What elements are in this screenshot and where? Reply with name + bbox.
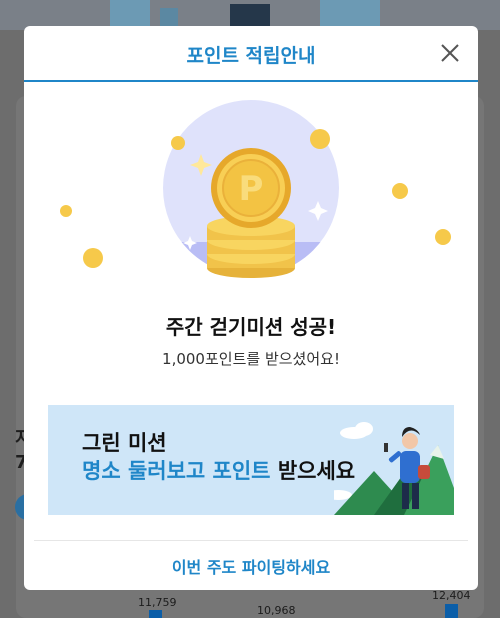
background-chart-value: 10,968 bbox=[257, 604, 296, 617]
close-button[interactable] bbox=[438, 41, 462, 65]
banner-subtitle-accent: 명소 둘러보고 포인트 bbox=[82, 459, 271, 483]
banner-title: 그린 미션 bbox=[82, 431, 167, 455]
banner-subtitle: 명소 둘러보고 포인트 받으세요 bbox=[82, 455, 355, 485]
green-mission-banner[interactable]: 그린 미션 명소 둘러보고 포인트 받으세요 bbox=[48, 405, 454, 515]
close-icon bbox=[441, 44, 459, 62]
point-coins-icon: P bbox=[60, 100, 451, 278]
cheer-link[interactable]: 이번 주도 파이팅하세요 bbox=[24, 554, 478, 578]
modal-title: 포인트 적립안내 bbox=[186, 45, 316, 67]
background-chart-bar bbox=[445, 604, 458, 618]
points-received-text: 1,000포인트를 받으셨어요! bbox=[162, 350, 340, 368]
svg-text:P: P bbox=[239, 169, 264, 209]
background-chart-value: 12,404 bbox=[432, 589, 471, 602]
footer-divider bbox=[34, 540, 468, 541]
point-notice-modal: 포인트 적립안내 P 주간 걷기미션 성공! 1,000포인트를 받으셨어요! … bbox=[24, 26, 478, 590]
hiker-illustration bbox=[334, 422, 454, 515]
modal-header: 포인트 적립안내 bbox=[24, 26, 478, 82]
background-chart-bar bbox=[149, 610, 162, 618]
background-chart-value: 11,759 bbox=[138, 596, 177, 609]
mission-success-headline: 주간 걷기미션 성공! bbox=[165, 315, 337, 339]
